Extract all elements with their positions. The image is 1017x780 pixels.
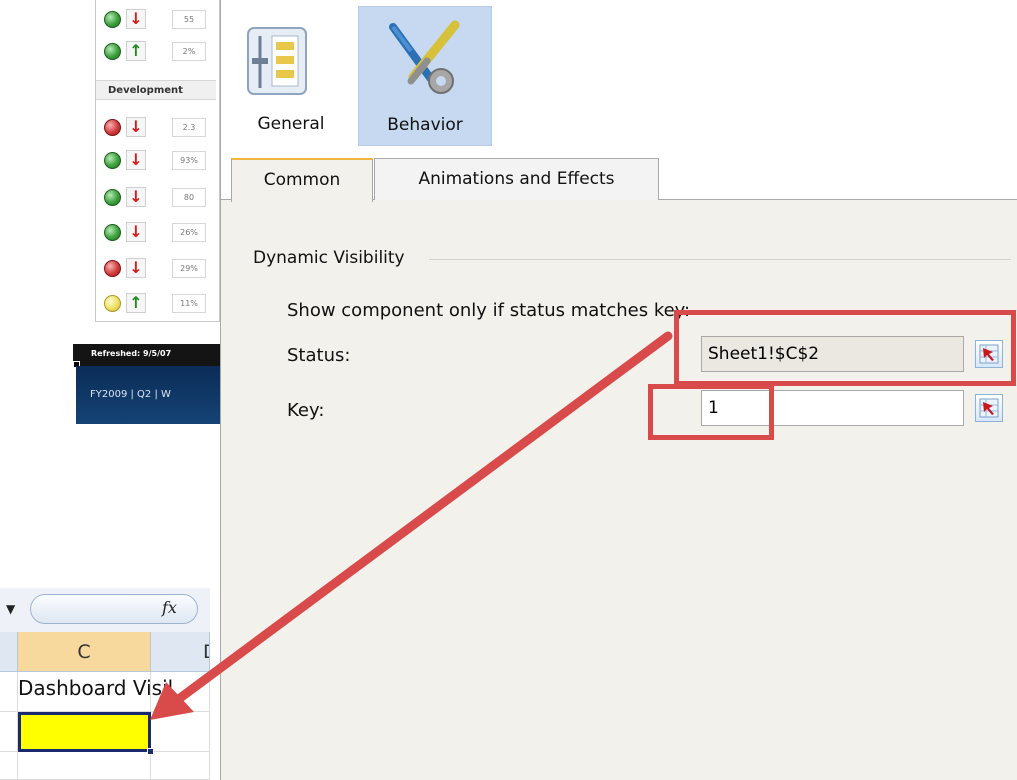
- tab-label: Animations and Effects: [418, 169, 615, 189]
- fill-handle[interactable]: [147, 748, 154, 755]
- status-light-green-icon: [104, 43, 121, 60]
- category-tab-behavior[interactable]: Behavior: [358, 6, 492, 146]
- spreadsheet-cell[interactable]: [151, 712, 210, 752]
- selected-cell-c2[interactable]: [18, 712, 154, 755]
- kpi-value: 26%: [172, 223, 206, 242]
- kpi-row: ↓ 55: [96, 4, 216, 34]
- trend-down-icon: ↓: [126, 9, 146, 29]
- trend-down-icon: ↓: [126, 258, 146, 278]
- status-light-red-icon: [104, 119, 121, 136]
- properties-panel: General Behavior Common Animations and E…: [220, 0, 1017, 780]
- kpi-row: ↓ 26%: [96, 217, 216, 247]
- trend-down-icon: ↓: [126, 187, 146, 207]
- kpi-value: 29%: [172, 259, 206, 278]
- spreadsheet-cell[interactable]: [0, 672, 18, 712]
- kpi-value: 93%: [172, 151, 206, 170]
- status-label: Status:: [287, 345, 351, 366]
- trend-up-icon: ↑: [126, 293, 146, 313]
- kpi-row: ↓ 29%: [96, 253, 216, 283]
- trend-up-icon: ↑: [126, 41, 146, 61]
- trend-down-icon: ↓: [126, 117, 146, 137]
- dashboard-preview: ↓ 55 ↑ 2% Development ↓ 2.3 ↓ 93% ↓ 80 ↓…: [95, 0, 220, 322]
- common-tab-content: Dynamic Visibility Show component only i…: [221, 200, 1017, 780]
- key-label: Key:: [287, 400, 325, 421]
- row-header-corner: [0, 632, 18, 672]
- column-header-d[interactable]: D: [151, 632, 210, 672]
- spreadsheet-cell[interactable]: [151, 752, 210, 780]
- general-settings-icon: [247, 27, 307, 95]
- tab-common[interactable]: Common: [231, 158, 373, 202]
- visibility-description: Show component only if status matches ke…: [287, 300, 691, 321]
- footer-text: FY2009 | Q2 | W: [90, 389, 171, 400]
- status-light-green-icon: [104, 152, 121, 169]
- status-light-red-icon: [104, 260, 121, 277]
- status-highlight-box: [674, 310, 1016, 386]
- spreadsheet-cell[interactable]: [0, 712, 18, 752]
- group-title: Dynamic Visibility: [253, 248, 405, 268]
- kpi-value: 55: [172, 10, 206, 29]
- kpi-row: ↓ 93%: [96, 145, 216, 175]
- kpi-row: ↓ 80: [96, 182, 216, 212]
- tab-animations-and-effects[interactable]: Animations and Effects: [374, 158, 659, 200]
- key-cell-picker-button[interactable]: [975, 394, 1003, 422]
- kpi-row: ↓ 2.3: [96, 112, 216, 142]
- key-highlight-box: [648, 384, 774, 440]
- kpi-value: 11%: [172, 294, 206, 313]
- kpi-row: ↑ 11%: [96, 288, 216, 318]
- trend-down-icon: ↓: [126, 222, 146, 242]
- cell-select-arrow-icon: [979, 398, 999, 418]
- dashboard-footer: FY2009 | Q2 | W: [76, 366, 220, 424]
- behavior-tools-icon: [389, 20, 460, 94]
- refreshed-text: Refreshed: 9/5/07: [91, 349, 172, 358]
- insert-function-icon[interactable]: fx: [162, 598, 177, 617]
- status-light-green-icon: [104, 11, 121, 28]
- refreshed-bar: Refreshed: 9/5/07: [73, 344, 220, 368]
- kpi-row: ↑ 2%: [96, 36, 216, 66]
- cell-c1-text: Dashboard Visil: [18, 676, 174, 700]
- spreadsheet-cell[interactable]: [0, 752, 18, 780]
- spreadsheet-cell[interactable]: [18, 752, 151, 780]
- kpi-value: 2.3: [172, 118, 206, 137]
- category-label: Behavior: [387, 115, 463, 135]
- formula-bar: ▼ fx: [0, 588, 210, 632]
- status-light-green-icon: [104, 189, 121, 206]
- name-box-dropdown-icon[interactable]: ▼: [6, 602, 15, 616]
- section-title: Development: [96, 80, 216, 100]
- status-light-green-icon: [104, 224, 121, 241]
- category-tab-general[interactable]: General: [224, 6, 358, 146]
- column-header-c[interactable]: C: [18, 632, 151, 672]
- trend-down-icon: ↓: [126, 150, 146, 170]
- tab-label: Common: [263, 170, 341, 190]
- category-label: General: [257, 114, 325, 134]
- group-divider: [429, 259, 1011, 260]
- kpi-value: 80: [172, 188, 206, 207]
- status-light-yellow-icon: [104, 295, 121, 312]
- kpi-value: 2%: [172, 42, 206, 61]
